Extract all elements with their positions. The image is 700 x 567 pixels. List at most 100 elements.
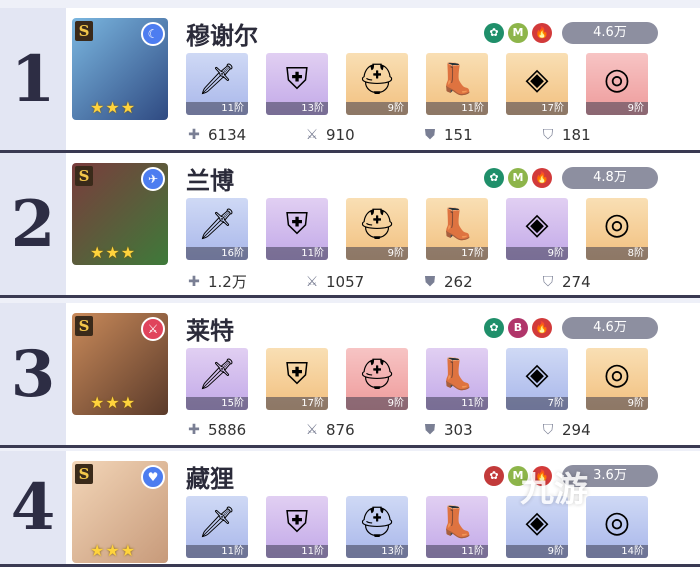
equipment-tier: 17阶	[426, 247, 488, 260]
attack-icon: ⚔	[305, 422, 319, 438]
equipment-slot[interactable]: ◎ 8阶	[586, 198, 648, 260]
stat-value: 294	[562, 421, 591, 439]
hero-portrait[interactable]: S ✈ ★★★	[72, 163, 168, 265]
stat-value: 5886	[208, 421, 247, 439]
equipment-slot[interactable]: ⛨ 11阶	[266, 496, 328, 558]
sword-icon: 🗡	[197, 356, 237, 392]
m-badge: M	[508, 23, 528, 43]
equipment-slot[interactable]: ⛑ 9阶	[346, 53, 408, 115]
equipment-tier: 9阶	[346, 397, 408, 410]
armor-icon: ⛨	[285, 356, 309, 392]
b-badge: B	[508, 318, 528, 338]
equipment-tier: 11阶	[426, 397, 488, 410]
armor-icon: ⛨	[285, 504, 309, 540]
stat-value: 6134	[208, 126, 247, 144]
hero-row: 2 S ✈ ★★★ 兰博 ✿ M 🔥 4.8万 🗡 16阶 ⛨ 11阶 ⛑ 9阶 👢 17阶 ◈ 9阶 ◎ 8阶 ✚ 1.2…	[0, 153, 700, 298]
grade-badge: S	[75, 464, 93, 484]
equipment-slot[interactable]: ⛑ 13阶	[346, 496, 408, 558]
helmet-icon: ⛑	[357, 61, 397, 97]
equipment-slot[interactable]: ⛑ 9阶	[346, 348, 408, 410]
stat-value: 1057	[326, 272, 365, 291]
equipment-tier: 9阶	[346, 102, 408, 115]
ring-icon: ◎	[603, 61, 631, 97]
equipment-tier: 17阶	[266, 397, 328, 410]
fire-icon: 🔥	[532, 23, 552, 43]
equipment-slot[interactable]: 👢 11阶	[426, 348, 488, 410]
equipment-tier: 11阶	[426, 102, 488, 115]
equipment-list: 🗡 15阶 ⛨ 17阶 ⛑ 9阶 👢 11阶 ◈ 7阶 ◎ 9阶	[186, 348, 648, 410]
swirl-icon: ✿	[484, 23, 504, 43]
equipment-slot[interactable]: ⛑ 9阶	[346, 198, 408, 260]
equipment-tier: 16阶	[186, 247, 248, 260]
boots-icon: 👢	[438, 504, 476, 540]
equipment-slot[interactable]: 🗡 11阶	[186, 53, 248, 115]
grade-badge: S	[75, 316, 93, 336]
equipment-slot[interactable]: 🗡 16阶	[186, 198, 248, 260]
sword-icon: 🗡	[197, 504, 237, 540]
hero-name: 兰博	[186, 167, 234, 195]
grade-badge: S	[75, 166, 93, 186]
ring-icon: ◎	[603, 356, 631, 392]
slash-icon: ⚔	[141, 317, 165, 341]
stat-item: ⛊ 303	[422, 421, 540, 439]
equipment-slot[interactable]: ◎ 9阶	[586, 53, 648, 115]
equipment-slot[interactable]: ⛨ 13阶	[266, 53, 328, 115]
equipment-slot[interactable]: 🗡 11阶	[186, 496, 248, 558]
hero-row: 1 S ☾ ★★★ 穆谢尔 ✿ M 🔥 4.6万 🗡 11阶 ⛨ 13阶 ⛑ 9阶 👢 11阶 ◈ 17阶 ◎ 9阶 ✚ 6…	[0, 8, 700, 153]
badge-group: ✿ B 🔥 4.6万	[484, 317, 658, 339]
rank-number: 2	[0, 153, 66, 295]
attack-icon: ⚔	[305, 127, 319, 143]
equipment-tier: 7阶	[506, 397, 568, 410]
armor-icon: ⛨	[285, 61, 309, 97]
equipment-slot[interactable]: ◈ 17阶	[506, 53, 568, 115]
stat-item: ⛉ 294	[540, 421, 658, 439]
stat-value: 151	[444, 126, 473, 144]
amulet-icon: ◈	[525, 61, 549, 97]
equipment-slot[interactable]: 👢 11阶	[426, 496, 488, 558]
resist-icon: ⛉	[542, 273, 554, 290]
ring-icon: ◎	[603, 206, 631, 242]
equipment-slot[interactable]: ◈ 9阶	[506, 198, 568, 260]
equipment-tier: 13阶	[266, 102, 328, 115]
equipment-tier: 9阶	[586, 397, 648, 410]
resist-icon: ⛉	[542, 422, 554, 438]
equipment-slot[interactable]: 👢 11阶	[426, 53, 488, 115]
star-rating: ★★★	[90, 541, 137, 560]
equipment-slot[interactable]: ◎ 9阶	[586, 348, 648, 410]
equipment-slot[interactable]: 👢 17阶	[426, 198, 488, 260]
equipment-tier: 11阶	[266, 247, 328, 260]
stat-value: 876	[326, 421, 355, 439]
wind-icon: ✈	[141, 167, 165, 191]
m-badge: M	[508, 168, 528, 188]
hp-icon: ✚	[188, 127, 200, 143]
hero-name: 莱特	[186, 317, 234, 345]
resist-icon: ⛉	[542, 127, 554, 143]
attack-icon: ⚔	[305, 273, 319, 290]
swirl-icon: ✿	[484, 318, 504, 338]
helmet-icon: ⛑	[357, 206, 397, 242]
power-value: 4.8万	[562, 167, 658, 189]
badge-group: ✿ M 🔥 4.8万	[484, 167, 658, 189]
stat-item: ✚ 6134	[186, 126, 304, 144]
sword-icon: 🗡	[197, 206, 237, 242]
equipment-tier: 8阶	[586, 247, 648, 260]
defense-icon: ⛊	[424, 127, 436, 143]
hero-portrait[interactable]: S ⚔ ★★★	[72, 313, 168, 415]
equipment-slot[interactable]: 🗡 15阶	[186, 348, 248, 410]
watermark-logo: 九游	[520, 470, 588, 510]
hp-icon: ✚	[188, 273, 200, 290]
stat-item: ⚔ 1057	[304, 271, 422, 292]
hp-icon: ✚	[188, 422, 200, 438]
heart-icon: ♥	[141, 465, 165, 489]
grade-badge: S	[75, 21, 93, 41]
equipment-tier: 11阶	[426, 545, 488, 558]
badge-group: ✿ M 🔥 4.6万	[484, 22, 658, 44]
equipment-slot[interactable]: ⛨ 11阶	[266, 198, 328, 260]
hero-portrait[interactable]: S ♥ ★★★	[72, 461, 168, 563]
hero-portrait[interactable]: S ☾ ★★★	[72, 18, 168, 120]
stat-item: ⛉ 181	[540, 126, 658, 144]
equipment-slot[interactable]: ⛨ 17阶	[266, 348, 328, 410]
stat-value: 910	[326, 126, 355, 144]
equipment-tier: 9阶	[346, 247, 408, 260]
equipment-slot[interactable]: ◈ 7阶	[506, 348, 568, 410]
